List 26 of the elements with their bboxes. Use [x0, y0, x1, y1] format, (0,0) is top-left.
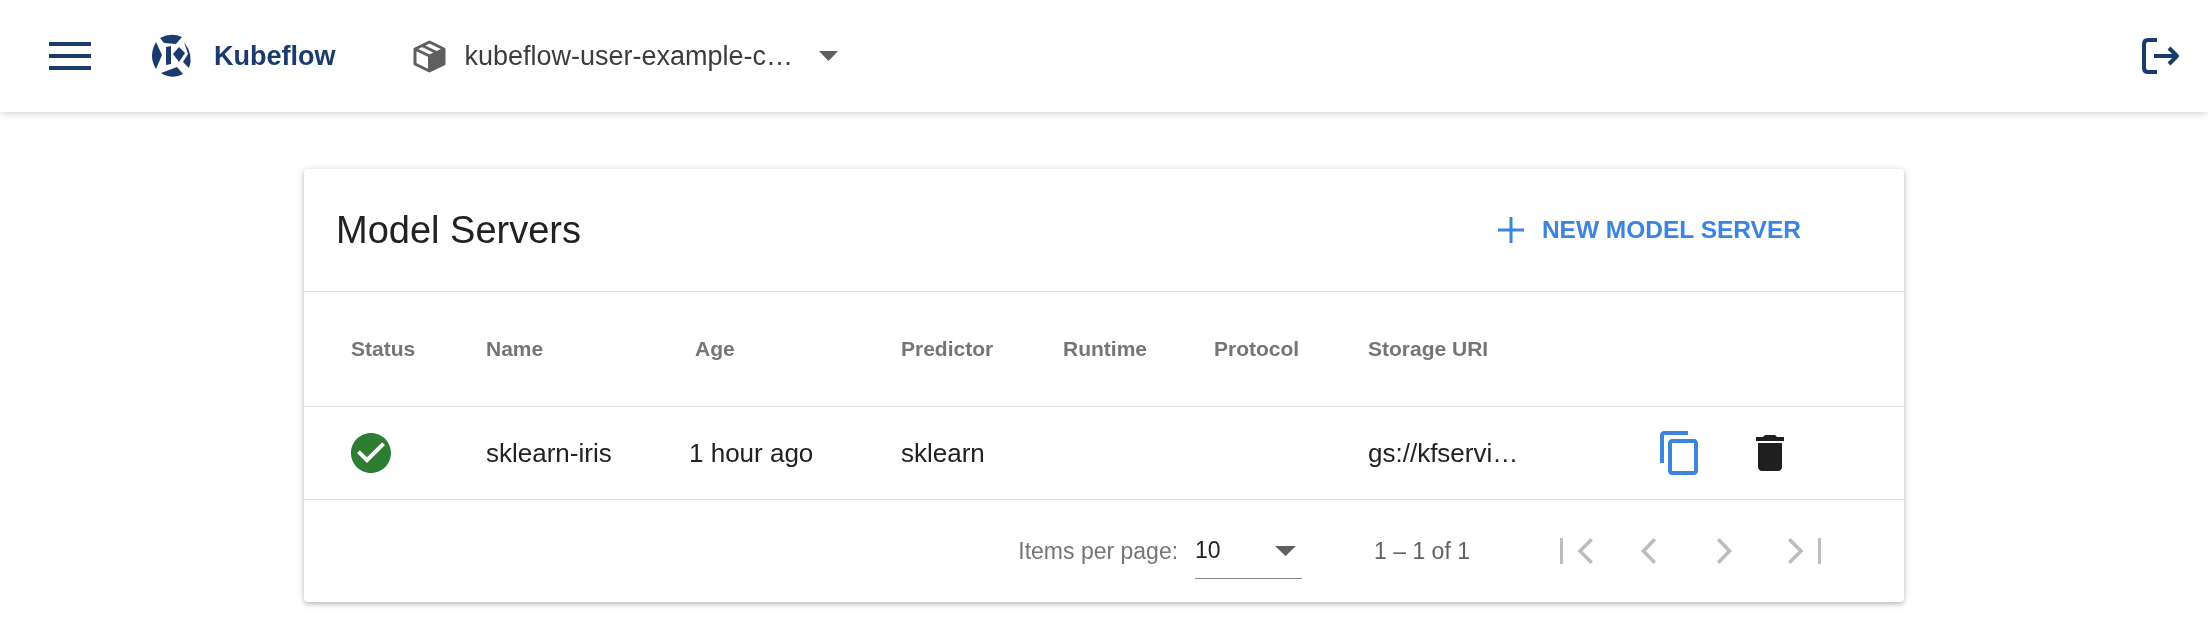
column-header: Protocol [1214, 337, 1300, 361]
delete-icon[interactable] [1756, 435, 1784, 471]
table-cell: sklearn-iris [486, 437, 612, 469]
caret-icon [819, 51, 839, 61]
table-cell: gs://kfservi… [1368, 437, 1519, 469]
caret-icon [1275, 545, 1297, 556]
card-title: Model Servers [336, 208, 581, 252]
column-header: Name [486, 337, 544, 361]
items-per-page-label: Items per page: [1018, 537, 1179, 565]
page-size-select[interactable]: 10 [1195, 523, 1303, 579]
brand-name: Kubeflow [214, 40, 336, 72]
column-header: Age [695, 337, 735, 361]
column-header: Status [351, 337, 416, 361]
menu-icon[interactable] [49, 42, 91, 70]
copy-icon[interactable] [1660, 431, 1698, 475]
page-range: 1 – 1 of 1 [1374, 537, 1470, 565]
new-model-server-button[interactable]: NEW MODEL SERVER [1481, 206, 1817, 254]
cube-icon [412, 39, 446, 73]
plus-icon [1497, 217, 1524, 243]
column-header: Runtime [1063, 337, 1147, 361]
logout-icon[interactable] [2142, 38, 2182, 74]
column-header: Predictor [901, 337, 994, 361]
table-cell: sklearn [901, 437, 985, 469]
namespace-selector[interactable]: kubeflow-user-example-c… [412, 39, 839, 73]
table-cell: 1 hour ago [689, 437, 814, 469]
column-header: Storage URI [1368, 337, 1489, 361]
